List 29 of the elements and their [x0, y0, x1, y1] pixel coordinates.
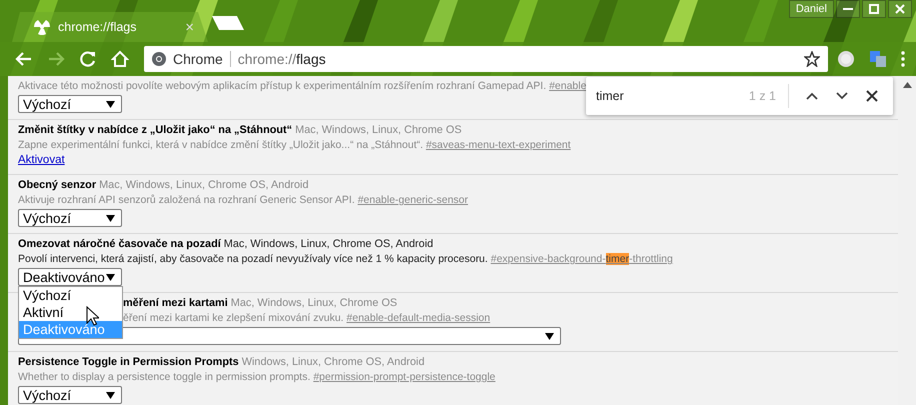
- profile-button[interactable]: Daniel: [788, 0, 834, 18]
- flag-description: ěření mezi kartami ke zlepšení mixování zvuku. #enable-default-media-session: [123, 311, 492, 326]
- browser-tab[interactable]: chrome://flags ×: [12, 12, 208, 42]
- flag-anchor-link[interactable]: #permission-prompt-persistence-toggle: [313, 371, 496, 383]
- find-field[interactable]: timer: [596, 86, 741, 106]
- flag-description: Zapne experimentální funkci, která v nabídce změní štítky „Uložit jako...“ na „Stáhnout“. #saveas-menu-text-experiment: [18, 138, 572, 153]
- site-label: Chrome: [173, 50, 223, 68]
- dropdown-option[interactable]: Aktivní: [19, 304, 122, 321]
- address-bar[interactable]: Chrome chrome://flags: [144, 46, 828, 72]
- dropdown[interactable]: Výchozí: [18, 95, 122, 113]
- flag-anchor-link[interactable]: #enable-default-media-session: [346, 312, 490, 324]
- flag-anchor-link[interactable]: #saveas-menu-text-experiment: [426, 139, 571, 151]
- dropdown[interactable]: Výchozí: [18, 386, 122, 404]
- dropdown-option[interactable]: Deaktivováno: [19, 321, 122, 338]
- flag-title: Persistence Toggle in Permission Prompts Windows, Linux, Chrome OS, Android: [18, 355, 426, 370]
- flag-title: Omezovat náročné časovače na pozadí Mac, Windows, Linux, Chrome OS, Android: [18, 237, 434, 252]
- dropdown-option[interactable]: Výchozí: [19, 287, 122, 304]
- flag-description: Aktivuje rozhraní API senzorů založená na rozhraní Generic Sensor API. #enable-generic-sensor: [18, 193, 470, 208]
- flag-anchor-link[interactable]: #enable-generic-sensor: [358, 194, 468, 206]
- match-count: 1 z 1: [748, 88, 776, 105]
- flag-title: Změnit štítky v nabídce z „Uložit jako“ na „Stáhnout“ Mac, Windows, Linux, Chrome OS: [18, 123, 463, 138]
- activate-link[interactable]: Aktivovat: [18, 154, 65, 166]
- flag-description: Whether to display a persistence toggle in permission prompts. #permission-prompt-persistence-toggle: [18, 370, 496, 385]
- url-text: chrome://flags: [238, 50, 326, 69]
- flag-anchor-link[interactable]: #enable: [549, 80, 586, 92]
- dropdown[interactable]: Deaktivováno: [18, 268, 122, 286]
- dropdown[interactable]: Výchozí: [18, 209, 122, 227]
- flag-title: Obecný senzor Mac, Windows, Linux, Chrome OS, Android: [18, 178, 310, 193]
- flag-title: měření mezi kartami Mac, Windows, Linux, Chrome OS: [123, 296, 398, 311]
